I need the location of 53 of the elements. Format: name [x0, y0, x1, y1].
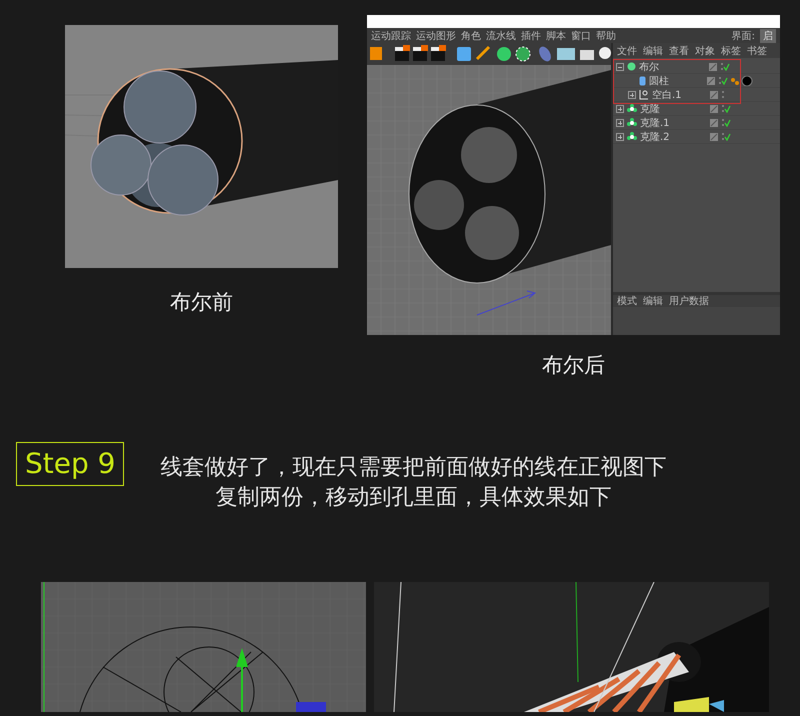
- attribute-tab[interactable]: 编辑: [643, 294, 663, 308]
- menu-item[interactable]: 流水线: [486, 28, 516, 42]
- layer-icon: [710, 132, 718, 140]
- manager-tab[interactable]: 对象: [695, 44, 715, 58]
- expand-icon[interactable]: [628, 90, 636, 98]
- step-label: Step 9: [16, 442, 124, 486]
- menu-item[interactable]: 插件: [521, 28, 541, 42]
- manager-tab[interactable]: 书签: [747, 44, 767, 58]
- attribute-tab[interactable]: 用户数据: [669, 294, 709, 308]
- expand-icon[interactable]: [616, 104, 624, 112]
- material-ball-icon: [730, 76, 754, 86]
- check-icon[interactable]: [721, 132, 731, 141]
- figure-caption: 布尔后: [542, 352, 605, 379]
- layout-label: 界面:: [732, 30, 755, 42]
- attribute-tab[interactable]: 模式: [617, 294, 637, 308]
- manager-tab[interactable]: 文件: [617, 44, 637, 58]
- object-name[interactable]: 克隆.1: [640, 116, 710, 130]
- figure-caption: 布尔前: [170, 289, 233, 316]
- manager-tab[interactable]: 查看: [669, 44, 689, 58]
- check-icon[interactable]: [718, 76, 728, 85]
- object-name[interactable]: 空白.1: [652, 88, 710, 102]
- menu-item[interactable]: 窗口: [571, 28, 591, 42]
- layer-icon: [710, 90, 718, 98]
- instruction-line: 复制两份，移动到孔里面，具体效果如下: [215, 484, 612, 512]
- object-name[interactable]: 圆柱: [649, 74, 707, 88]
- axis-icon: [639, 90, 649, 100]
- cylinder-icon: [639, 76, 646, 86]
- expand-icon[interactable]: [616, 118, 624, 126]
- flower-icon: [627, 132, 637, 142]
- manager-tab[interactable]: 标签: [721, 44, 741, 58]
- expand-icon[interactable]: [616, 132, 624, 140]
- check-icon[interactable]: [721, 118, 731, 127]
- check-icon[interactable]: [721, 104, 731, 113]
- layer-icon: [707, 76, 715, 84]
- instruction-line: 线套做好了，现在只需要把前面做好的线在正视图下: [160, 454, 666, 482]
- layer-icon: [710, 118, 718, 126]
- layout-dropdown[interactable]: 启: [760, 28, 776, 42]
- object-name[interactable]: 克隆: [640, 102, 710, 116]
- menu-item[interactable]: 运动图形: [416, 28, 456, 42]
- menu-item[interactable]: 运动跟踪: [371, 28, 411, 42]
- object-name[interactable]: 克隆.2: [640, 130, 710, 144]
- menu-item[interactable]: 角色: [461, 28, 481, 42]
- menu-item[interactable]: 脚本: [546, 28, 566, 42]
- layer-icon: [709, 62, 717, 70]
- menu-item[interactable]: 帮助: [596, 28, 616, 42]
- manager-tab[interactable]: 编辑: [643, 44, 663, 58]
- object-name[interactable]: 布尔: [639, 60, 709, 74]
- flower-icon: [627, 118, 637, 128]
- flower-icon: [627, 104, 637, 114]
- check-icon[interactable]: [720, 62, 730, 71]
- collapse-icon[interactable]: [616, 62, 624, 70]
- sphere-icon: [627, 62, 636, 71]
- layer-icon: [710, 104, 718, 112]
